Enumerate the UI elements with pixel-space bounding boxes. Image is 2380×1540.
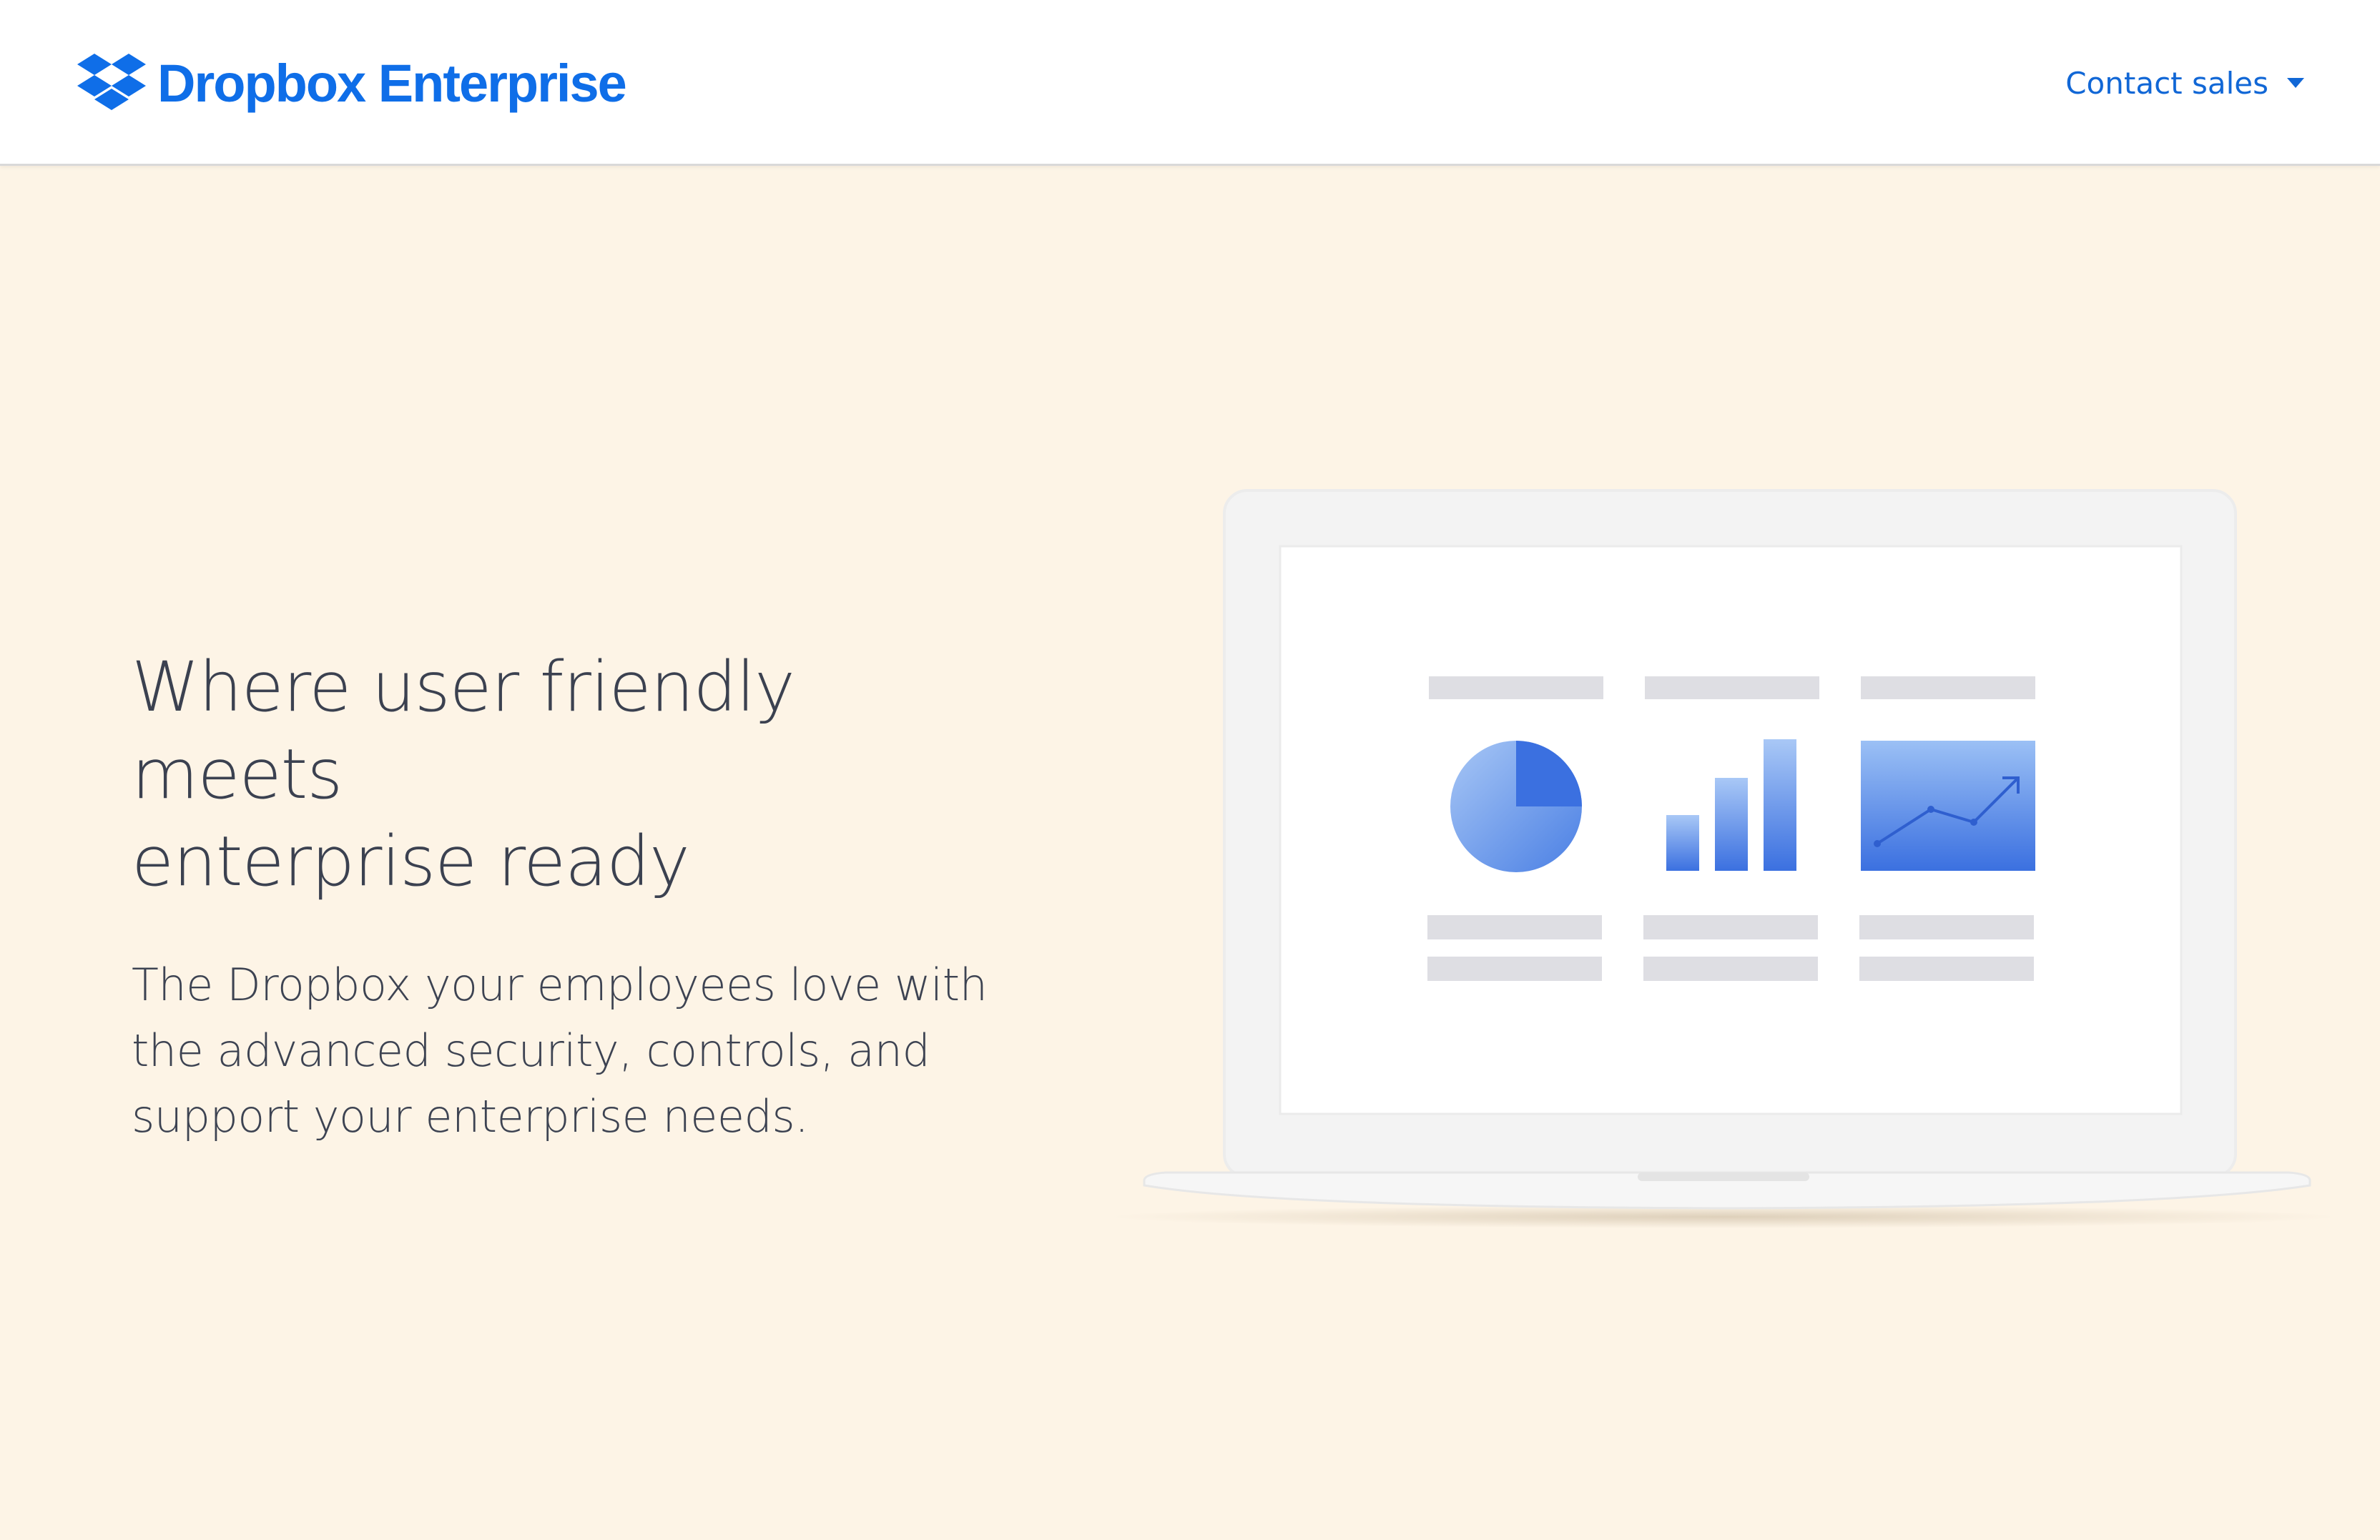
row-placeholder-1a xyxy=(1427,915,1602,939)
row-placeholder-2b xyxy=(1643,957,1818,981)
hero-subtitle: The Dropbox your employees love with the… xyxy=(132,952,1018,1150)
hero-subtitle-line-3: support your enterprise needs. xyxy=(132,1090,809,1142)
laptop-illustration xyxy=(1101,486,2331,1230)
contact-sales-label: Contact sales xyxy=(2065,65,2268,101)
dropbox-box-icon xyxy=(77,54,146,110)
caret-down-icon xyxy=(2287,78,2304,88)
bar-2 xyxy=(1715,778,1748,871)
hero-subtitle-line-1: The Dropbox your employees love with xyxy=(132,959,988,1011)
site-header: Dropbox Enterprise Contact sales xyxy=(0,0,2380,166)
row-placeholder-3a xyxy=(1859,915,2034,939)
trend-point-2 xyxy=(1927,806,1934,813)
hero-title-line-2: enterprise ready xyxy=(132,821,690,902)
dropbox-enterprise-logo[interactable]: Dropbox Enterprise xyxy=(77,50,627,116)
line-chart-panel xyxy=(1861,741,2035,871)
brand-name: Dropbox Enterprise xyxy=(157,53,627,113)
hero-title: Where user friendly meets enterprise rea… xyxy=(132,643,1018,905)
hero-subtitle-line-2: the advanced security, controls, and xyxy=(132,1025,930,1077)
header-placeholder-2 xyxy=(1645,676,1819,699)
header-placeholder-3 xyxy=(1861,676,2035,699)
laptop-dashboard-graphic xyxy=(1108,489,2331,1228)
hero-text: Where user friendly meets enterprise rea… xyxy=(132,643,1018,1150)
trend-point-3 xyxy=(1970,819,1977,826)
bar-3 xyxy=(1764,739,1796,871)
row-placeholder-3b xyxy=(1859,957,2034,981)
header-placeholder-1 xyxy=(1429,676,1603,699)
row-placeholder-1b xyxy=(1427,957,1602,981)
row-placeholder-2a xyxy=(1643,915,1818,939)
trend-point-1 xyxy=(1874,840,1881,847)
bar-1 xyxy=(1666,815,1699,871)
hero-title-line-1: Where user friendly meets xyxy=(132,647,795,814)
laptop-notch xyxy=(1638,1173,1809,1181)
contact-sales-dropdown[interactable]: Contact sales xyxy=(2065,60,2304,106)
